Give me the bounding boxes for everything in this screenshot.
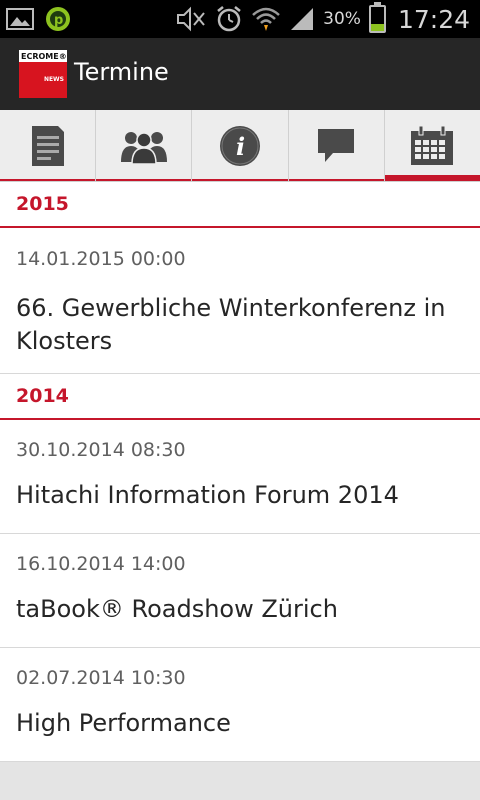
page-title: Termine <box>74 58 169 86</box>
tab-underline <box>0 179 96 181</box>
tab-chat[interactable] <box>288 110 385 181</box>
list-item[interactable]: 16.10.2014 14:00 taBook® Roadshow Zürich <box>0 534 480 648</box>
notification-icons: p <box>6 5 72 33</box>
logo-subtext: NEWS <box>43 76 64 83</box>
battery-level <box>370 23 384 31</box>
people-icon <box>120 131 167 164</box>
tab-calendar[interactable] <box>384 110 480 181</box>
info-icon: i <box>220 125 260 166</box>
signal-icon <box>291 8 314 30</box>
event-date: 30.10.2014 08:30 <box>16 439 186 461</box>
tab-news[interactable] <box>0 110 97 181</box>
svg-text:p: p <box>54 13 63 28</box>
tab-info[interactable]: i <box>192 110 289 181</box>
news-icon <box>31 125 64 166</box>
tab-underline <box>192 179 288 181</box>
action-bar: ECROME® NEWS Termine <box>0 38 480 110</box>
status-bar: p 30% 17:24 <box>0 0 480 38</box>
events-list: 2015 14.01.2015 00:00 66. Gewerbliche Wi… <box>0 182 480 762</box>
calendar-icon <box>411 125 454 165</box>
section-header-2014: 2014 <box>0 374 480 420</box>
section-year: 2014 <box>16 385 69 407</box>
system-icons: 30% 17:24 <box>175 0 470 38</box>
list-item[interactable]: 14.01.2015 00:00 66. Gewerbliche Winterk… <box>0 228 480 374</box>
alarm-icon <box>217 6 241 32</box>
list-item[interactable]: 30.10.2014 08:30 Hitachi Information For… <box>0 420 480 534</box>
mute-icon <box>177 6 205 32</box>
battery-percentage: 30% <box>323 9 361 29</box>
event-title: High Performance <box>16 709 231 737</box>
event-date: 16.10.2014 14:00 <box>16 553 186 575</box>
section-year: 2015 <box>16 193 69 215</box>
tab-people[interactable] <box>96 110 193 181</box>
event-title: 66. Gewerbliche Winterkonferenz in Klost… <box>16 294 446 355</box>
picture-icon <box>6 8 34 30</box>
battery-icon <box>368 2 386 33</box>
list-item[interactable]: 02.07.2014 10:30 High Performance <box>0 648 480 762</box>
event-title: taBook® Roadshow Zürich <box>16 595 338 623</box>
logo-red-block: NEWS <box>19 62 67 98</box>
chat-icon <box>318 128 355 162</box>
tab-bar: i <box>0 110 480 182</box>
tab-underline <box>288 179 384 181</box>
section-header-2015: 2015 <box>0 182 480 228</box>
logo-text: ECROME® <box>21 52 67 61</box>
wifi-icon <box>252 7 281 31</box>
p-app-icon: p <box>46 7 70 31</box>
clock: 17:24 <box>397 4 470 34</box>
svg-text:i: i <box>236 132 245 161</box>
event-date: 14.01.2015 00:00 <box>16 248 186 270</box>
tab-underline-active <box>384 175 480 181</box>
event-date: 02.07.2014 10:30 <box>16 667 186 689</box>
tab-underline <box>96 179 192 181</box>
app-logo[interactable]: ECROME® NEWS <box>19 50 67 98</box>
event-title: Hitachi Information Forum 2014 <box>16 481 399 509</box>
